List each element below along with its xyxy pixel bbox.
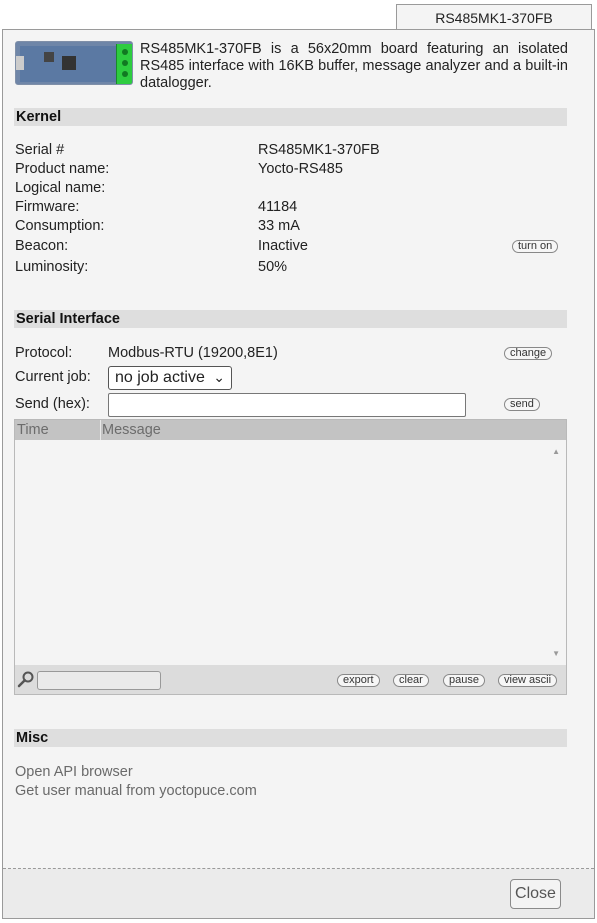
serial-value: RS485MK1-370FB <box>258 142 380 158</box>
firmware-value: 41184 <box>258 199 298 215</box>
beacon-value: Inactive <box>258 238 308 254</box>
open-api-browser-link[interactable]: Open API browser <box>15 764 133 780</box>
message-log[interactable]: Time Message ▲ ▼ export clear pause view… <box>14 419 567 695</box>
device-image <box>15 41 133 85</box>
send-button[interactable]: send <box>504 398 540 411</box>
firmware-label: Firmware: <box>15 199 80 215</box>
log-toolbar: export clear pause view ascii <box>15 665 566 694</box>
change-protocol-button[interactable]: change <box>504 347 553 360</box>
scroll-down-arrow-icon[interactable]: ▼ <box>552 649 560 658</box>
misc-section-header: Misc <box>14 729 567 747</box>
device-tab[interactable]: RS485MK1-370FB <box>396 4 592 30</box>
device-description: RS485MK1-370FB is a 56x20mm board featur… <box>140 41 568 91</box>
view-ascii-button[interactable]: view ascii <box>498 674 558 687</box>
log-header: Time Message <box>15 420 566 440</box>
clear-button[interactable]: clear <box>393 674 429 687</box>
beacon-turn-on-button[interactable]: turn on <box>512 240 559 253</box>
serial-label: Serial # <box>15 142 65 158</box>
magnifier-icon <box>17 671 34 688</box>
device-panel: RS485MK1-370FB is a 56x20mm board featur… <box>2 29 595 919</box>
close-button[interactable]: Close <box>510 879 561 909</box>
serial-section-header: Serial Interface <box>14 310 567 328</box>
kernel-section-header: Kernel <box>14 108 567 126</box>
consumption-label: Consumption: <box>15 218 105 234</box>
luminosity-label: Luminosity: <box>15 259 89 275</box>
pause-button[interactable]: pause <box>443 674 485 687</box>
protocol-label: Protocol: <box>15 345 73 361</box>
export-button[interactable]: export <box>337 674 380 687</box>
current-job-label: Current job: <box>15 369 91 385</box>
luminosity-value: 50% <box>258 259 288 275</box>
logical-name-label: Logical name: <box>15 180 106 196</box>
chevron-down-icon: ⌄ <box>213 369 225 385</box>
log-filter-input[interactable] <box>37 671 161 690</box>
column-message: Message <box>102 422 161 438</box>
dialog-footer: Close <box>3 869 594 918</box>
current-job-select[interactable]: no job active ⌄ <box>108 366 232 390</box>
protocol-value: Modbus-RTU (19200,8E1) <box>108 345 278 361</box>
product-name-value: Yocto-RS485 <box>258 161 343 177</box>
current-job-value: no job active <box>115 369 205 386</box>
send-hex-input[interactable] <box>108 393 466 417</box>
product-name-label: Product name: <box>15 161 110 177</box>
consumption-value: 33 mA <box>258 218 300 234</box>
beacon-label: Beacon: <box>15 238 69 254</box>
scroll-up-arrow-icon[interactable]: ▲ <box>552 447 560 456</box>
column-time: Time <box>17 420 101 440</box>
send-hex-label: Send (hex): <box>15 396 90 412</box>
user-manual-link[interactable]: Get user manual from yoctopuce.com <box>15 783 257 799</box>
